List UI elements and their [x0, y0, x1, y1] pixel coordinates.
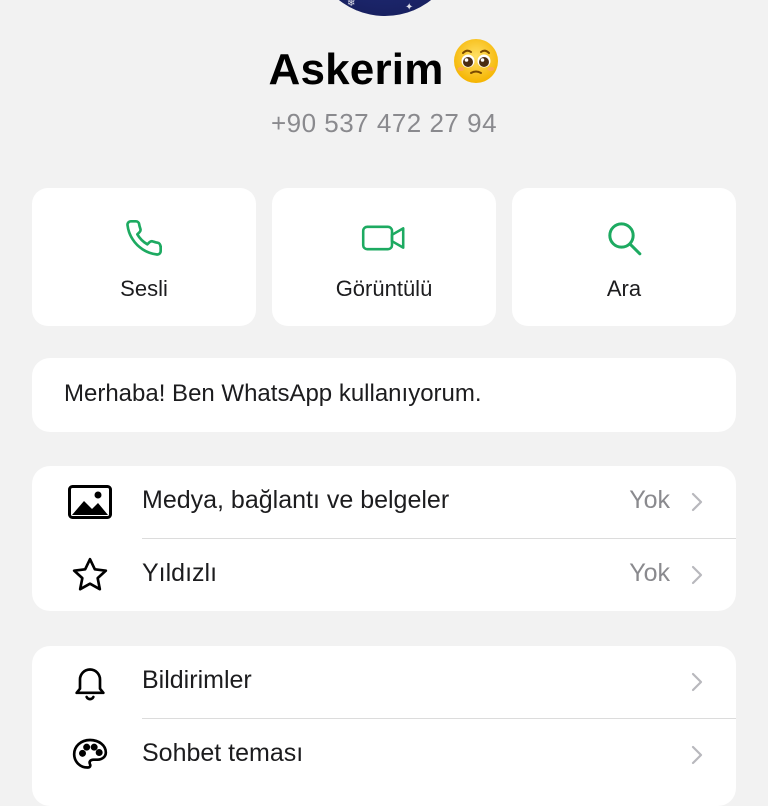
bell-icon — [68, 662, 112, 702]
media-starred-card: Medya, bağlantı ve belgeler Yok Yıldızlı… — [32, 466, 736, 611]
video-call-button[interactable]: Görüntülü — [272, 188, 496, 326]
sparkle-decoration: ❄ — [347, 0, 356, 9]
profile-avatar[interactable]: ❄ ✦ — [309, 0, 461, 16]
contact-phone: +90 537 472 27 94 — [270, 108, 498, 138]
starred-label: Yıldızlı — [142, 559, 218, 587]
phone-icon — [32, 218, 256, 258]
contact-name: Askerim — [268, 45, 444, 94]
about-status-card[interactable]: Merhaba! Ben WhatsApp kullanıyorum. — [32, 358, 736, 432]
contact-name-row: Askerim — [0, 39, 768, 99]
search-icon — [512, 218, 736, 258]
star-icon — [68, 555, 112, 595]
notifications-label: Bildirimler — [142, 666, 252, 694]
starred-count-value: Yok — [629, 559, 670, 587]
palette-icon — [68, 735, 112, 775]
search-label: Ara — [606, 276, 642, 301]
audio-call-button[interactable]: Sesli — [32, 188, 256, 326]
image-icon — [68, 482, 112, 522]
media-links-docs-label: Medya, bağlantı ve belgeler — [142, 486, 450, 514]
audio-call-label: Sesli — [120, 276, 168, 301]
settings-card: Bildirimler Sohbet teması — [32, 646, 736, 806]
sparkle-decoration: ✦ — [405, 2, 414, 13]
video-call-label: Görüntülü — [335, 276, 433, 301]
about-status-text: Merhaba! Ben WhatsApp kullanıyorum. — [64, 380, 482, 407]
video-icon — [272, 218, 496, 258]
chevron-right-icon — [691, 745, 703, 765]
starred-messages-row[interactable]: Yıldızlı Yok — [32, 539, 736, 611]
chat-theme-row[interactable]: Sohbet teması — [32, 719, 736, 791]
chat-theme-label: Sohbet teması — [142, 739, 304, 767]
search-button[interactable]: Ara — [512, 188, 736, 326]
chevron-right-icon — [691, 672, 703, 692]
chevron-right-icon — [691, 565, 703, 585]
notifications-row[interactable]: Bildirimler — [32, 646, 736, 718]
chevron-right-icon — [691, 492, 703, 512]
pleading-face-emoji-icon — [452, 37, 500, 99]
media-count-value: Yok — [629, 486, 670, 514]
media-links-docs-row[interactable]: Medya, bağlantı ve belgeler Yok — [32, 466, 736, 538]
